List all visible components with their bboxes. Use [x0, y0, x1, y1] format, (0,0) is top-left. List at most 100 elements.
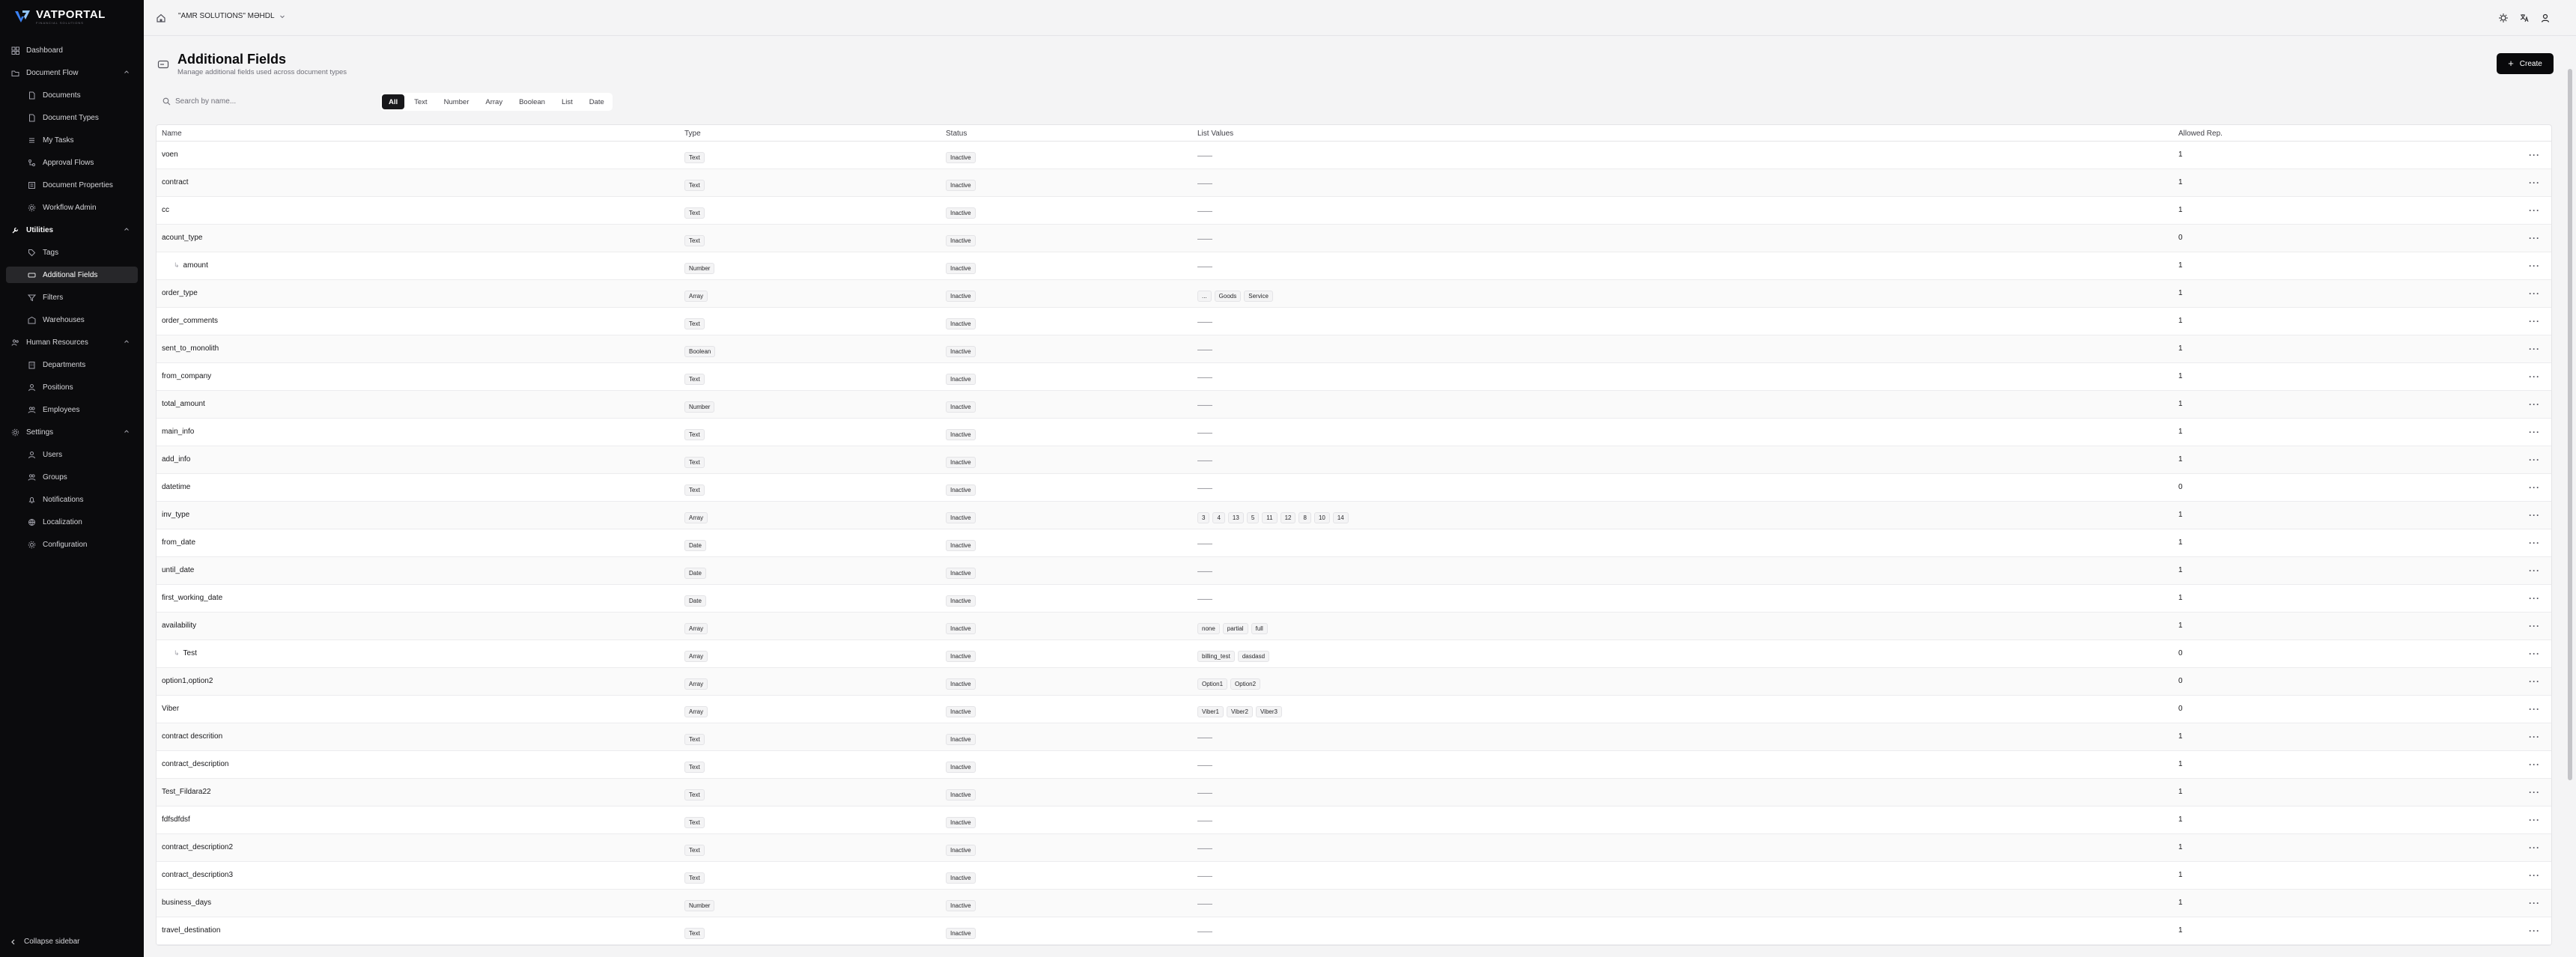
table-row[interactable]: until_date Date Inactive —— 1 ··· — [157, 557, 2551, 585]
sidebar-item-positions[interactable]: Positions — [6, 379, 138, 395]
more-actions-icon[interactable]: ··· — [2529, 344, 2540, 354]
more-actions-icon[interactable]: ··· — [2529, 815, 2540, 825]
more-actions-icon[interactable]: ··· — [2529, 205, 2540, 216]
home-icon[interactable] — [156, 13, 166, 23]
more-actions-icon[interactable]: ··· — [2529, 288, 2540, 299]
filter-tab-list[interactable]: List — [555, 94, 580, 109]
sidebar-item-document-properties[interactable]: Document Properties — [6, 177, 138, 193]
company-selector[interactable]: "AMR SOLUTIONS" MƏHDL — [178, 12, 285, 20]
more-actions-icon[interactable]: ··· — [2529, 648, 2540, 659]
filter-tab-boolean[interactable]: Boolean — [512, 94, 552, 109]
sidebar-item-utilities[interactable]: Utilities — [6, 222, 138, 238]
more-actions-icon[interactable]: ··· — [2529, 565, 2540, 576]
header-type[interactable]: Type — [684, 130, 701, 138]
more-actions-icon[interactable]: ··· — [2529, 593, 2540, 604]
table-row[interactable]: travel_destination Text Inactive —— 1 ··· — [157, 917, 2551, 945]
sidebar-item-tags[interactable]: Tags — [6, 244, 138, 261]
table-row[interactable]: from_company Text Inactive —— 1 ··· — [157, 363, 2551, 391]
sidebar-item-document-flow[interactable]: Document Flow — [6, 64, 138, 81]
table-row[interactable]: inv_type Array Inactive 3 4 13 5 11 12 8 10 14 1 ··· — [157, 502, 2551, 529]
theme-toggle-icon[interactable] — [2498, 13, 2509, 23]
sidebar-item-warehouses[interactable]: Warehouses — [6, 312, 138, 328]
header-allowed-rep[interactable]: Allowed Rep. — [2178, 130, 2223, 138]
table-row[interactable]: from_date Date Inactive —— 1 ··· — [157, 529, 2551, 557]
more-actions-icon[interactable]: ··· — [2529, 150, 2540, 160]
sidebar-item-documents[interactable]: Documents — [6, 87, 138, 103]
sidebar-item-settings[interactable]: Settings — [6, 424, 138, 440]
table-row[interactable]: business_days Number Inactive —— 1 ··· — [157, 890, 2551, 917]
header-name[interactable]: Name — [162, 130, 182, 138]
table-row[interactable]: order_comments Text Inactive —— 1 ··· — [157, 308, 2551, 335]
sidebar-item-localization[interactable]: Localization — [6, 514, 138, 530]
more-actions-icon[interactable]: ··· — [2529, 842, 2540, 853]
search-input[interactable] — [175, 97, 355, 106]
more-actions-icon[interactable]: ··· — [2529, 399, 2540, 410]
table-row[interactable]: total_amount Number Inactive —— 1 ··· — [157, 391, 2551, 419]
more-actions-icon[interactable]: ··· — [2529, 455, 2540, 465]
table-row[interactable]: fdfsdfdsf Text Inactive —— 1 ··· — [157, 806, 2551, 834]
filter-tab-array[interactable]: Array — [479, 94, 509, 109]
table-row[interactable]: ↳ Test Array Inactive billing_test dasdasd 0 ··… — [157, 640, 2551, 668]
more-actions-icon[interactable]: ··· — [2529, 510, 2540, 520]
table-row[interactable]: order_type Array Inactive... Goods Service 1 ·… — [157, 280, 2551, 308]
table-row[interactable]: Viber Array Inactive Viber1 Viber2 Viber3 0 ··· — [157, 696, 2551, 723]
header-status[interactable]: Status — [946, 130, 967, 138]
table-row[interactable]: first_working_date Date Inactive —— 1 ··· — [157, 585, 2551, 613]
sidebar-item-filters[interactable]: Filters — [6, 289, 138, 306]
table-row[interactable]: voen Text Inactive —— 1 ··· — [157, 142, 2551, 169]
more-actions-icon[interactable]: ··· — [2529, 759, 2540, 770]
more-actions-icon[interactable]: ··· — [2529, 676, 2540, 687]
table-row[interactable]: availability Array Inactive none partial full… — [157, 613, 2551, 640]
more-actions-icon[interactable]: ··· — [2529, 787, 2540, 798]
table-row[interactable]: cc Text Inactive —— 1 ··· — [157, 197, 2551, 225]
more-actions-icon[interactable]: ··· — [2529, 732, 2540, 742]
table-row[interactable]: main_info Text Inactive —— 1 ··· — [157, 419, 2551, 446]
table-row[interactable]: acount_type Text Inactive —— 0 ··· — [157, 225, 2551, 252]
user-profile-icon[interactable] — [2540, 13, 2551, 23]
sidebar-item-dashboard[interactable]: Dashboard — [6, 42, 138, 58]
table-row[interactable]: contract_description2 Text Inactive —— 1 ··· — [157, 834, 2551, 862]
sidebar-item-my-tasks[interactable]: My Tasks — [6, 132, 138, 148]
sidebar-item-workflow-admin[interactable]: Workflow Admin — [6, 199, 138, 216]
language-icon[interactable] — [2519, 13, 2530, 23]
table-row[interactable]: Test_Fildara22 Text Inactive —— 1 ··· — [157, 779, 2551, 806]
table-row[interactable]: contract descrition Text Inactive —— 1 ··· — [157, 723, 2551, 751]
table-row[interactable]: datetime Text Inactive —— 0 ··· — [157, 474, 2551, 502]
more-actions-icon[interactable]: ··· — [2529, 926, 2540, 936]
sidebar-item-configuration[interactable]: Configuration — [6, 536, 138, 553]
scrollbar-thumb[interactable] — [2568, 69, 2572, 780]
filter-tab-all[interactable]: All — [382, 94, 405, 109]
table-row[interactable]: add_info Text Inactive —— 1 ··· — [157, 446, 2551, 474]
filter-tab-date[interactable]: Date — [583, 94, 611, 109]
table-row[interactable]: contract Text Inactive —— 1 ··· — [157, 169, 2551, 197]
collapse-sidebar-button[interactable]: Collapse sidebar — [10, 938, 80, 946]
sidebar-item-notifications[interactable]: Notifications — [6, 491, 138, 508]
more-actions-icon[interactable]: ··· — [2529, 261, 2540, 271]
more-actions-icon[interactable]: ··· — [2529, 233, 2540, 243]
sidebar-item-additional-fields[interactable]: Additional Fields — [6, 267, 138, 283]
header-list-values[interactable]: List Values — [1197, 130, 1233, 138]
table-row[interactable]: contract_description3 Text Inactive —— 1 ··· — [157, 862, 2551, 890]
more-actions-icon[interactable]: ··· — [2529, 538, 2540, 548]
sidebar-item-human-resources[interactable]: Human Resources — [6, 334, 138, 350]
table-row[interactable]: option1,option2 Array Inactive Option1 Optio… — [157, 668, 2551, 696]
logo[interactable]: VATPORTAL FINANCIAL SOLUTIONS — [13, 7, 106, 25]
search-box[interactable] — [156, 93, 373, 109]
more-actions-icon[interactable]: ··· — [2529, 898, 2540, 908]
sidebar-item-users[interactable]: Users — [6, 446, 138, 463]
more-actions-icon[interactable]: ··· — [2529, 870, 2540, 881]
create-button[interactable]: + Create — [2497, 53, 2554, 74]
filter-tab-number[interactable]: Number — [437, 94, 476, 109]
more-actions-icon[interactable]: ··· — [2529, 177, 2540, 188]
table-row[interactable]: ↳ amount Number Inactive —— 1 ··· — [157, 252, 2551, 280]
more-actions-icon[interactable]: ··· — [2529, 316, 2540, 326]
more-actions-icon[interactable]: ··· — [2529, 621, 2540, 631]
sidebar-item-document-types[interactable]: Document Types — [6, 109, 138, 126]
sidebar-item-approval-flows[interactable]: Approval Flows — [6, 154, 138, 171]
table-row[interactable]: contract_description Text Inactive —— 1 ··· — [157, 751, 2551, 779]
more-actions-icon[interactable]: ··· — [2529, 427, 2540, 437]
sidebar-item-employees[interactable]: Employees — [6, 401, 138, 418]
sidebar-item-groups[interactable]: Groups — [6, 469, 138, 485]
more-actions-icon[interactable]: ··· — [2529, 371, 2540, 382]
more-actions-icon[interactable]: ··· — [2529, 482, 2540, 493]
